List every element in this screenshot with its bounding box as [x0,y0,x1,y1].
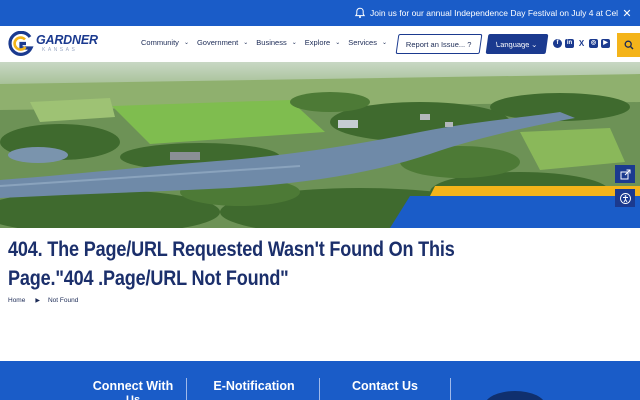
site-logo[interactable]: GARDNER KANSAS [6,31,98,57]
logo-subtitle: KANSAS [42,47,78,53]
social-links: f in X ◎ ▶ [553,39,610,48]
alert-banner[interactable]: Join us for our annual Independence Day … [0,0,640,26]
language-label: Language [495,39,531,49]
share-icon [620,169,630,179]
site-footer: Connect With Us E-Notification Contact U… [0,361,640,400]
report-issue-label: Report an Issue... ? [406,39,472,49]
footer-connect-heading: Connect With [92,379,174,393]
nav-label: Community [141,38,179,47]
nav-label: Business [256,38,287,47]
x-icon[interactable]: X [577,39,586,48]
chevron-down-icon: ⌄ [183,40,189,46]
aerial-lake-photo [0,62,640,228]
youtube-icon[interactable]: ▶ [601,39,610,48]
bell-icon [354,7,366,18]
alert-text[interactable]: Join us for our annual Independence Day … [370,8,618,18]
instagram-icon[interactable]: ◎ [589,39,598,48]
nav-label: Services [348,38,377,47]
footer-enotification-heading[interactable]: E-Notification [206,379,302,393]
nav-item-community[interactable]: Community ⌄ [141,38,189,47]
nav-item-business[interactable]: Business ⌄ [256,38,296,47]
gardner-logo-icon [8,31,34,56]
breadcrumb: Home ▶ Not Found [8,297,78,304]
search-button[interactable] [617,33,640,57]
nav-item-explore[interactable]: Explore ⌄ [305,38,340,47]
nav-label: Explore [304,38,331,47]
chevron-down-icon: ⌄ [243,40,249,46]
accessibility-icon [619,192,631,204]
footer-emblem-image [486,391,544,400]
facebook-icon[interactable]: f [553,39,562,48]
footer-connect-sub: Us [126,394,141,400]
report-issue-button[interactable]: Report an Issue... ? [395,34,483,54]
language-button[interactable]: Language ⌄ [485,34,549,54]
share-button[interactable] [615,165,635,183]
hero-image [0,62,640,228]
chevron-down-icon: ⌄ [335,40,341,46]
nav-item-government[interactable]: Government ⌄ [197,38,248,47]
chevron-down-icon: ⌄ [530,39,539,49]
close-icon[interactable]: ✕ [622,7,632,20]
footer-divider [186,378,187,400]
chevron-down-icon: ⌄ [291,40,297,46]
nav-item-services[interactable]: Services ⌄ [348,38,387,47]
linkedin-icon[interactable]: in [565,39,574,48]
accessibility-button[interactable] [615,189,635,207]
footer-divider [319,378,320,400]
page-title: 404. The Page/URL Requested Wasn't Found… [8,238,455,290]
main-nav: Community ⌄ Government ⌄ Business ⌄ Expl… [141,38,395,47]
breadcrumb-current: Not Found [47,297,79,304]
chevron-right-icon: ▶ [35,298,40,304]
chevron-down-icon: ⌄ [381,40,388,46]
search-icon [624,40,633,50]
footer-divider [450,378,451,400]
breadcrumb-home[interactable]: Home [8,297,25,304]
logo-name: GARDNER [36,33,98,47]
nav-label: Government [196,38,239,47]
footer-contact-heading[interactable]: Contact Us [340,379,430,393]
page: Join us for our annual Independence Day … [0,0,640,400]
